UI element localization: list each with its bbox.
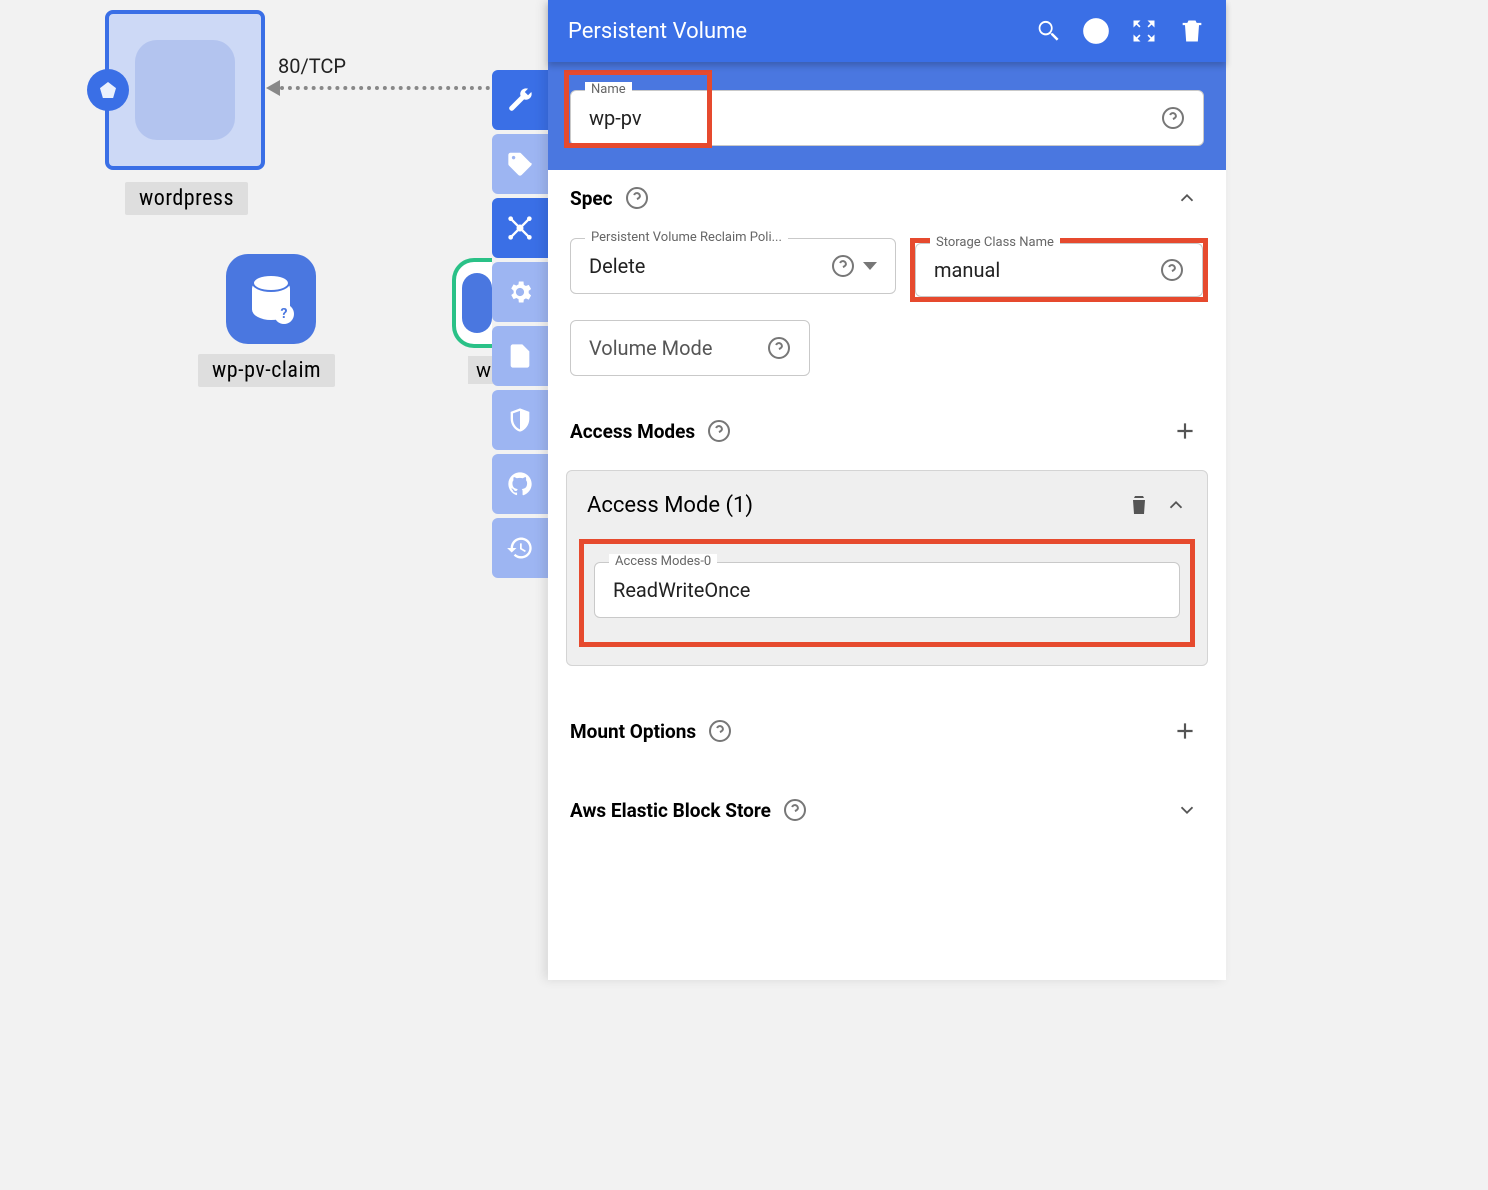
access-mode-value-field[interactable]: Access Modes-0 ReadWriteOnce xyxy=(594,562,1180,618)
access-modes-label: Access Modes xyxy=(570,420,695,443)
access-modes-header[interactable]: Access Modes xyxy=(566,402,1208,456)
gear-icon xyxy=(506,278,534,306)
pvc-node[interactable]: ? xyxy=(226,254,316,344)
name-field-label: Name xyxy=(585,82,632,97)
chevron-up-icon[interactable] xyxy=(1165,494,1187,516)
question-badge-icon: ? xyxy=(274,304,294,324)
name-field[interactable]: Name wp-pv xyxy=(570,90,1204,146)
chevron-up-icon[interactable] xyxy=(1176,187,1198,209)
panel-title: Persistent Volume xyxy=(568,19,1014,44)
tab-history[interactable] xyxy=(492,518,548,578)
tab-tag[interactable] xyxy=(492,134,548,194)
github-icon xyxy=(506,470,534,498)
network-icon xyxy=(506,214,534,242)
database-icon: ? xyxy=(252,278,290,320)
help-icon[interactable] xyxy=(1160,258,1184,282)
help-icon[interactable] xyxy=(707,419,731,443)
name-band: Name wp-pv xyxy=(548,62,1226,170)
volume-mode-field[interactable]: Volume Mode xyxy=(570,320,810,376)
trash-icon[interactable] xyxy=(1127,491,1151,519)
tab-github[interactable] xyxy=(492,454,548,514)
highlight-box: Access Modes-0 ReadWriteOnce xyxy=(579,539,1195,647)
mount-options-header[interactable]: Mount Options xyxy=(566,702,1208,756)
tag-icon xyxy=(506,150,534,178)
storage-class-value: manual xyxy=(934,258,1160,282)
help-icon[interactable] xyxy=(831,254,855,278)
tab-shield[interactable] xyxy=(492,390,548,450)
aws-ebs-label: Aws Elastic Block Store xyxy=(570,799,771,822)
tab-network[interactable] xyxy=(492,198,548,258)
tab-doc-search[interactable] xyxy=(492,326,548,386)
spec-label: Spec xyxy=(570,187,613,210)
shield-icon xyxy=(506,406,534,434)
mount-options-label: Mount Options xyxy=(570,720,696,743)
help-icon[interactable] xyxy=(625,186,649,210)
wordpress-label: wordpress xyxy=(125,182,248,215)
doc-search-icon xyxy=(506,342,534,370)
edge-line xyxy=(280,86,490,90)
tab-wrench[interactable] xyxy=(492,70,548,130)
name-field-value: wp-pv xyxy=(589,106,1161,130)
partial-node-inner xyxy=(462,273,492,333)
aws-ebs-header[interactable]: Aws Elastic Block Store xyxy=(566,782,1208,834)
panel-header: Persistent Volume xyxy=(548,0,1226,62)
diagram-canvas[interactable]: wordpress 80/TCP ? wp-pv-claim w xyxy=(0,0,500,980)
access-mode-item: Access Mode (1) Access Modes-0 ReadWrite… xyxy=(566,470,1208,666)
access-mode-item-label: Access Mode (1) xyxy=(587,493,1113,518)
wordpress-node-inner xyxy=(135,40,235,140)
help-icon[interactable] xyxy=(1082,17,1110,45)
spec-section-header[interactable]: Spec xyxy=(566,170,1208,222)
panel-body: Spec Persistent Volume Reclaim Poli... D… xyxy=(548,170,1226,980)
panel-sidebar xyxy=(492,70,548,582)
access-mode-value: ReadWriteOnce xyxy=(613,578,1161,602)
properties-panel: Persistent Volume Name wp-pv Spec Persis… xyxy=(548,0,1226,980)
help-icon[interactable] xyxy=(783,798,807,822)
access-mode-value-label: Access Modes-0 xyxy=(609,554,717,569)
storage-class-label: Storage Class Name xyxy=(930,235,1060,250)
pvc-label: wp-pv-claim xyxy=(198,354,335,387)
wordpress-port[interactable] xyxy=(87,69,129,111)
help-icon[interactable] xyxy=(1161,106,1185,130)
storage-class-field[interactable]: Storage Class Name manual xyxy=(915,243,1203,297)
edge-label: 80/TCP xyxy=(278,54,346,78)
volume-mode-label: Volume Mode xyxy=(589,336,767,360)
reclaim-policy-value: Delete xyxy=(589,254,831,278)
reclaim-policy-label: Persistent Volume Reclaim Poli... xyxy=(585,230,788,245)
fullscreen-icon[interactable] xyxy=(1130,17,1158,45)
tab-gear[interactable] xyxy=(492,262,548,322)
search-icon[interactable] xyxy=(1034,17,1062,45)
help-icon[interactable] xyxy=(767,336,791,360)
add-icon[interactable] xyxy=(1172,418,1198,444)
dropdown-caret-icon[interactable] xyxy=(863,262,877,270)
add-icon[interactable] xyxy=(1172,718,1198,744)
wrench-icon xyxy=(506,86,534,114)
help-icon[interactable] xyxy=(708,719,732,743)
partial-node[interactable] xyxy=(452,258,492,348)
pentagon-icon xyxy=(100,82,116,98)
access-mode-item-header[interactable]: Access Mode (1) xyxy=(567,471,1207,539)
delete-icon[interactable] xyxy=(1178,17,1206,45)
reclaim-policy-field[interactable]: Persistent Volume Reclaim Poli... Delete xyxy=(570,238,896,294)
wordpress-node[interactable] xyxy=(105,10,265,170)
arrowhead-icon xyxy=(266,80,280,96)
history-icon xyxy=(506,534,534,562)
chevron-down-icon[interactable] xyxy=(1176,799,1198,821)
